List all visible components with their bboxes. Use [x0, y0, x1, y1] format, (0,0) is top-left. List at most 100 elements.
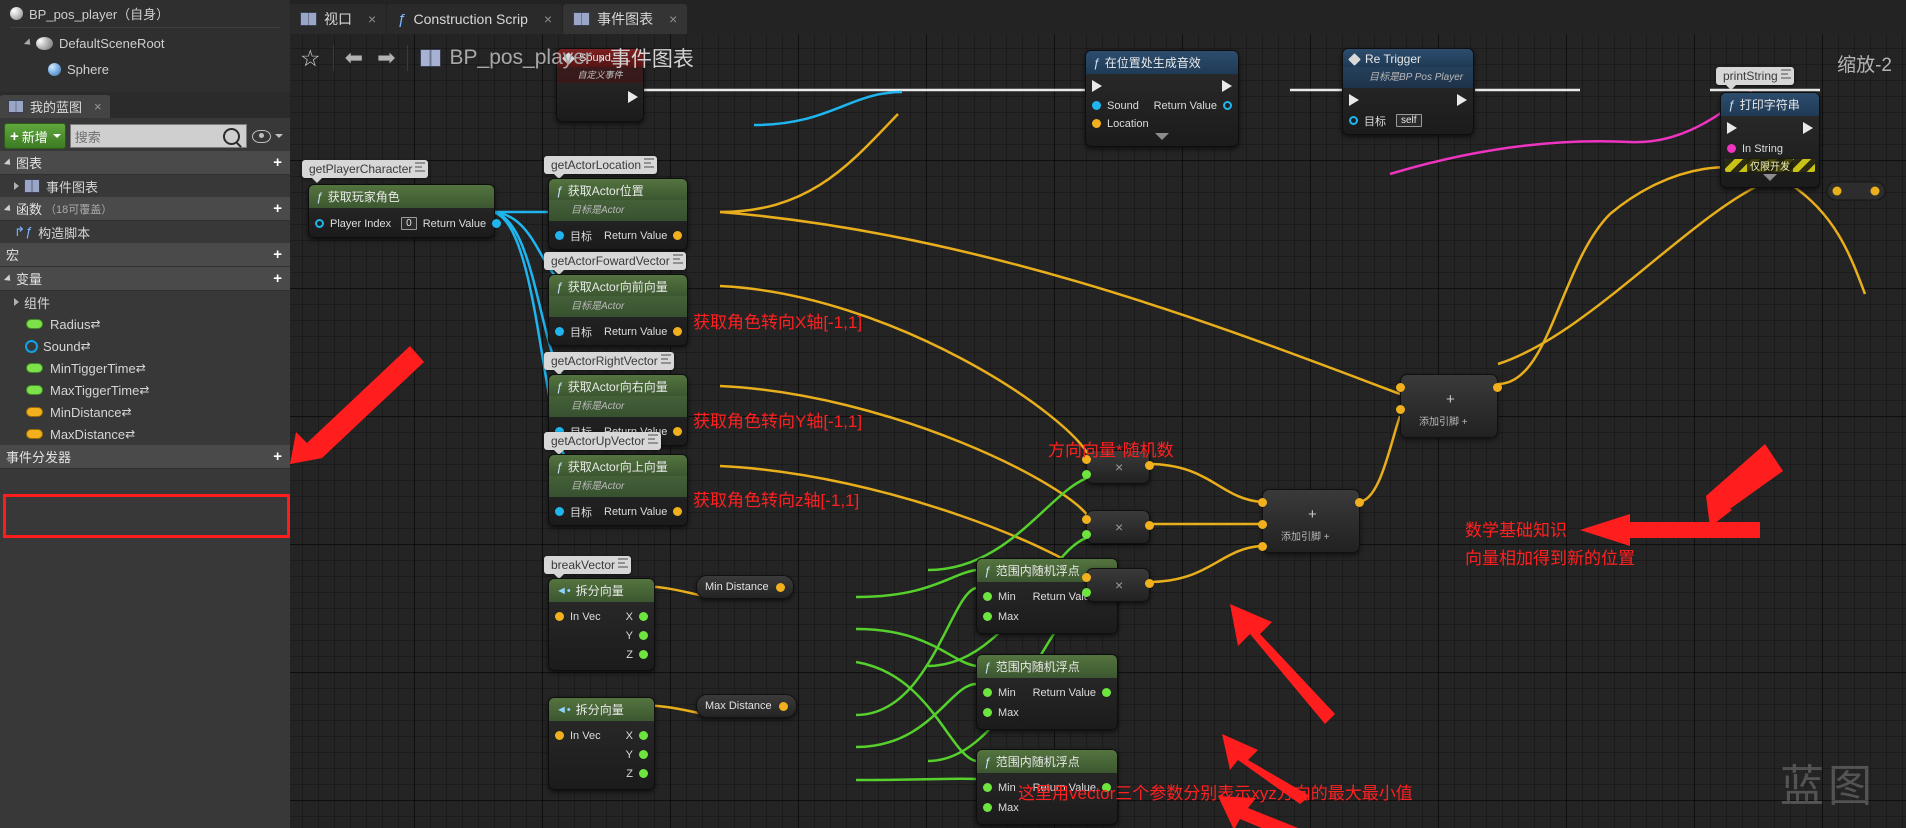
- comment-get-actor-forward-vector[interactable]: getActorFowardVector: [544, 252, 686, 275]
- expand-triangle-icon[interactable]: [3, 273, 14, 284]
- add-graph-button[interactable]: +: [273, 155, 282, 170]
- node-add-vector-2[interactable]: + 添加引脚 +: [1396, 374, 1502, 438]
- x-output-pin[interactable]: [639, 731, 648, 740]
- node-add-vector-1[interactable]: + 添加引脚 +: [1258, 489, 1364, 553]
- node-break-vector-max[interactable]: ◄• 拆分向量 In Vec X Y Z: [548, 697, 655, 790]
- min-input-pin[interactable]: [983, 592, 992, 601]
- expand-triangle-icon[interactable]: [3, 203, 14, 214]
- comment-options-icon[interactable]: [660, 354, 671, 364]
- expand-triangle-icon[interactable]: [3, 157, 14, 168]
- player-index-value[interactable]: 0: [401, 217, 417, 230]
- variable-toggle-icon[interactable]: ⇄: [139, 383, 149, 397]
- target-input-pin[interactable]: [555, 507, 564, 516]
- comment-get-actor-location[interactable]: getActorLocation: [544, 156, 658, 179]
- expand-chevron-icon[interactable]: [1763, 174, 1777, 181]
- node-multiply-3[interactable]: ×: [1082, 568, 1154, 602]
- max-input-pin[interactable]: [983, 612, 992, 621]
- visibility-toggle[interactable]: [252, 129, 283, 143]
- exec-in-pin[interactable]: [1727, 121, 1737, 134]
- multiply-a-input-pin[interactable]: [1082, 573, 1091, 582]
- multiply-output-pin[interactable]: [1145, 521, 1154, 530]
- return-value-output-pin[interactable]: [1102, 688, 1111, 697]
- comment-options-icon[interactable]: [644, 158, 655, 168]
- z-output-pin[interactable]: [639, 769, 648, 778]
- expand-triangle-icon[interactable]: [14, 182, 19, 190]
- variable-toggle-icon[interactable]: ⇄: [122, 405, 132, 419]
- node-break-vector-min[interactable]: ◄• 拆分向量 In Vec X Y Z: [548, 578, 655, 671]
- section-variables[interactable]: 变量 +: [0, 267, 290, 291]
- tab-construction-script[interactable]: ƒ Construction Scrip ×: [387, 4, 563, 34]
- item-components-group[interactable]: 组件: [0, 291, 290, 313]
- tab-event-graph[interactable]: 事件图表 ×: [563, 4, 688, 34]
- section-event-dispatchers[interactable]: 事件分发器 +: [0, 445, 290, 469]
- blueprint-canvas[interactable]: Sound 自定义事件 ƒ 在位置处生成音效 Sound Return Valu…: [290, 34, 1906, 828]
- multiply-b-input-pin[interactable]: [1082, 470, 1091, 479]
- return-value-output-pin[interactable]: [1223, 101, 1232, 110]
- add-input-pin-a[interactable]: [1258, 498, 1267, 507]
- add-output-pin[interactable]: [1355, 498, 1364, 507]
- tab-viewport[interactable]: 视口 ×: [290, 4, 387, 34]
- comment-get-player-character[interactable]: getPlayerCharacter: [302, 160, 429, 183]
- exec-in-pin[interactable]: [1349, 93, 1359, 106]
- node-max-distance-getter[interactable]: Max Distance: [696, 694, 797, 718]
- add-input-pin-c[interactable]: [1258, 542, 1267, 551]
- add-macro-button[interactable]: +: [273, 247, 282, 262]
- variable-toggle-icon[interactable]: ⇄: [90, 317, 100, 331]
- section-macros[interactable]: 宏 +: [0, 243, 290, 267]
- back-arrow-icon[interactable]: ⬅: [345, 45, 363, 71]
- variable-toggle-icon[interactable]: ⇄: [81, 339, 91, 353]
- search-input[interactable]: 搜索: [69, 124, 247, 148]
- target-input-pin[interactable]: [1349, 116, 1358, 125]
- forward-arrow-icon[interactable]: ➡: [377, 45, 395, 71]
- min-input-pin[interactable]: [983, 783, 992, 792]
- node-get-actor-forward-vector[interactable]: ƒ 获取Actor向前向量 目标是Actor 目标 Return Value: [548, 274, 688, 346]
- breadcrumb-root[interactable]: BP_pos_player: [450, 46, 592, 70]
- return-value-output-pin[interactable]: [673, 427, 683, 436]
- section-graphs[interactable]: 图表 +: [0, 151, 290, 175]
- add-new-button[interactable]: + 新增: [4, 123, 66, 149]
- return-value-output-pin[interactable]: [492, 219, 502, 228]
- add-pin-label[interactable]: 添加引脚 +: [1419, 413, 1468, 428]
- tab-my-blueprint[interactable]: 我的蓝图 ×: [0, 95, 110, 118]
- close-icon[interactable]: ×: [368, 11, 376, 27]
- in-vec-input-pin[interactable]: [555, 731, 564, 740]
- expand-chevron-icon[interactable]: [1155, 133, 1169, 140]
- bookmark-star-icon[interactable]: ☆: [300, 45, 321, 72]
- comment-get-actor-right-vector[interactable]: getActorRightVector: [544, 352, 674, 375]
- multiply-b-input-pin[interactable]: [1082, 588, 1091, 597]
- variable-output-pin[interactable]: [778, 701, 788, 711]
- node-random-float-in-range-2[interactable]: ƒ 范围内随机浮点 Min Return Value Max: [976, 654, 1118, 730]
- expand-triangle-icon[interactable]: [23, 38, 34, 48]
- variable-item-radius[interactable]: Radius ⇄: [0, 313, 290, 335]
- outliner-item-sphere[interactable]: Sphere: [0, 56, 290, 82]
- node-get-player-character[interactable]: ƒ 获取玩家角色 Player Index 0 Return Value: [308, 184, 502, 238]
- add-input-pin-a[interactable]: [1396, 383, 1405, 392]
- comment-options-icon[interactable]: [415, 162, 426, 172]
- outliner-item-default-scene-root[interactable]: DefaultSceneRoot: [0, 30, 290, 56]
- sound-input-pin[interactable]: [1092, 101, 1101, 110]
- target-value[interactable]: self: [1396, 114, 1422, 127]
- exec-out-pin[interactable]: [1457, 93, 1467, 106]
- return-value-output-pin[interactable]: [673, 507, 683, 516]
- return-value-output-pin[interactable]: [673, 327, 683, 336]
- multiply-a-input-pin[interactable]: [1082, 515, 1091, 524]
- item-event-graph[interactable]: 事件图表: [0, 175, 290, 197]
- z-output-pin[interactable]: [639, 650, 648, 659]
- target-input-pin[interactable]: [555, 231, 564, 240]
- in-string-input-pin[interactable]: [1727, 144, 1736, 153]
- section-functions[interactable]: 函数 （18可覆盖） +: [0, 197, 290, 221]
- add-input-pin-b[interactable]: [1396, 405, 1405, 414]
- node-print-string[interactable]: ƒ 打印字符串 In String 仅限开发: [1720, 92, 1820, 188]
- variable-item-maxdistance[interactable]: MaxDistance ⇄: [0, 423, 290, 445]
- item-construction-script[interactable]: ↱ƒ 构造脚本: [0, 221, 290, 243]
- variable-output-pin[interactable]: [775, 582, 785, 592]
- variable-item-maxtiggertime[interactable]: MaxTiggerTime ⇄: [0, 379, 290, 401]
- in-vec-input-pin[interactable]: [555, 612, 564, 621]
- comment-get-actor-up-vector[interactable]: getActorUpVector: [544, 432, 662, 455]
- exec-out-pin[interactable]: [1803, 121, 1813, 134]
- multiply-output-pin[interactable]: [1145, 461, 1154, 470]
- multiply-output-pin[interactable]: [1145, 579, 1154, 588]
- close-icon[interactable]: ×: [544, 11, 552, 27]
- multiply-b-input-pin[interactable]: [1082, 530, 1091, 539]
- min-input-pin[interactable]: [983, 688, 992, 697]
